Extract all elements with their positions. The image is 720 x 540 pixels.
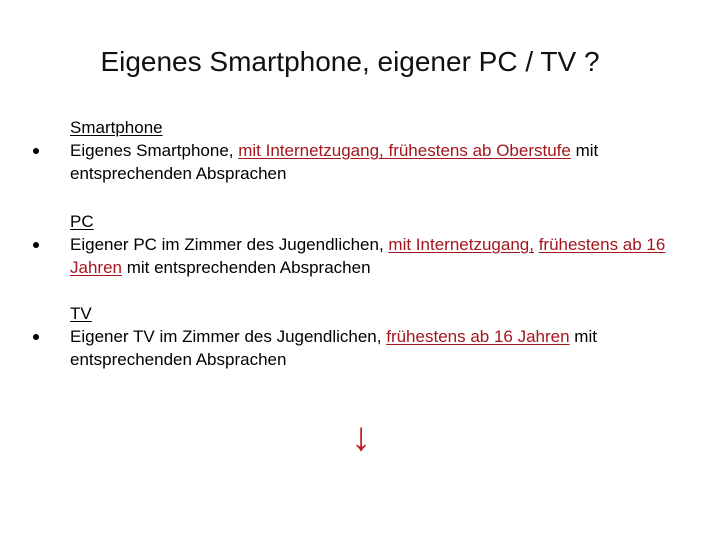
bullet-item: Eigener TV im Zimmer des Jugendlichen, f… (33, 325, 670, 371)
highlighted-text: mit Internetzugang, frühestens ab Oberst… (238, 141, 571, 160)
text-part: Eigener PC im Zimmer des Jugendlichen, (70, 235, 389, 254)
arrow-down-icon: ↓ (351, 415, 371, 459)
section-heading: TV (70, 304, 92, 323)
section-pc: PC Eigener PC im Zimmer des Jugendlichen… (33, 210, 670, 279)
section-tv: TV Eigener TV im Zimmer des Jugendlichen… (33, 302, 670, 371)
section-heading: PC (70, 212, 94, 231)
section-smartphone: Smartphone Eigenes Smartphone, mit Inter… (33, 116, 670, 185)
section-heading: Smartphone (70, 118, 163, 137)
slide-title: Eigenes Smartphone, eigener PC / TV ? (100, 46, 600, 77)
bullet-icon (33, 242, 39, 248)
highlighted-text: mit Internetzugang, (388, 235, 534, 254)
bullet-icon (33, 334, 39, 340)
bullet-icon (33, 148, 39, 154)
highlighted-text: frühestens ab 16 Jahren (386, 327, 570, 346)
text-part: Eigenes Smartphone, (70, 141, 239, 160)
text-part: mit entsprechenden Absprachen (121, 258, 371, 277)
bullet-item: Eigener PC im Zimmer des Jugendlichen, m… (33, 233, 670, 279)
text-part: Eigener TV im Zimmer des Jugendlichen, (70, 327, 387, 346)
bullet-item: Eigenes Smartphone, mit Internetzugang, … (33, 139, 670, 185)
